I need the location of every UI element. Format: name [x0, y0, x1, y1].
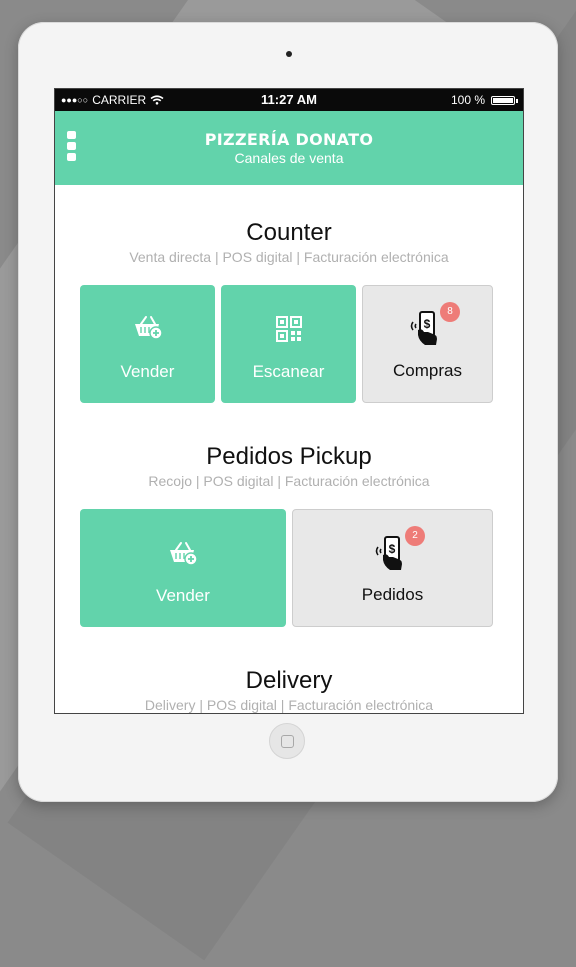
pickup-pedidos-button[interactable]: $ 2 Pedidos: [292, 509, 493, 627]
tile-label: Escanear: [252, 362, 325, 381]
section-subtitle-delivery: Delivery | POS digital | Facturación ele…: [144, 697, 434, 713]
header-title: PIZZERÍA DONATO: [204, 130, 374, 149]
status-bar: ●●●○○ CARRIER 11:27 AM 100 %: [55, 89, 523, 111]
svg-text:$: $: [388, 542, 395, 556]
notification-badge: 8: [440, 302, 460, 322]
basket-add-icon: [134, 316, 163, 340]
svg-text:$: $: [423, 317, 430, 331]
battery-icon: [491, 95, 518, 105]
home-button[interactable]: [269, 723, 305, 759]
counter-vender-button[interactable]: Vender: [80, 285, 215, 403]
section-subtitle-counter: Venta directa | POS digital | Facturació…: [129, 249, 449, 265]
tile-label: Pedidos: [361, 585, 424, 604]
tile-label: Vender: [156, 586, 210, 605]
notification-badge: 2: [405, 526, 425, 546]
tile-label: Vender: [120, 362, 175, 381]
section-subtitle-pickup: Recojo | POS digital | Facturación elect…: [148, 473, 430, 489]
pickup-vender-button[interactable]: Vender: [80, 509, 286, 627]
counter-escanear-button[interactable]: Escanear: [221, 285, 356, 403]
header-subtitle: Canales de venta: [234, 150, 344, 166]
tile-label: Compras: [393, 361, 462, 380]
battery-percent: 100 %: [450, 93, 485, 107]
counter-compras-button[interactable]: $ 8 Compras: [362, 285, 493, 403]
app-screen: ●●●○○ CARRIER 11:27 AM 100 % PIZZERÍA DO…: [54, 88, 524, 714]
section-title-delivery: Delivery: [245, 667, 333, 694]
basket-add-icon: [170, 542, 198, 566]
section-title-pickup: Pedidos Pickup: [206, 443, 372, 470]
app-header: PIZZERÍA DONATO Canales de venta: [55, 111, 523, 185]
camera-dot: [286, 51, 292, 57]
battery-info: 100 %: [450, 93, 518, 107]
qr-code-icon: [275, 316, 302, 342]
section-title-counter: Counter: [246, 219, 332, 246]
